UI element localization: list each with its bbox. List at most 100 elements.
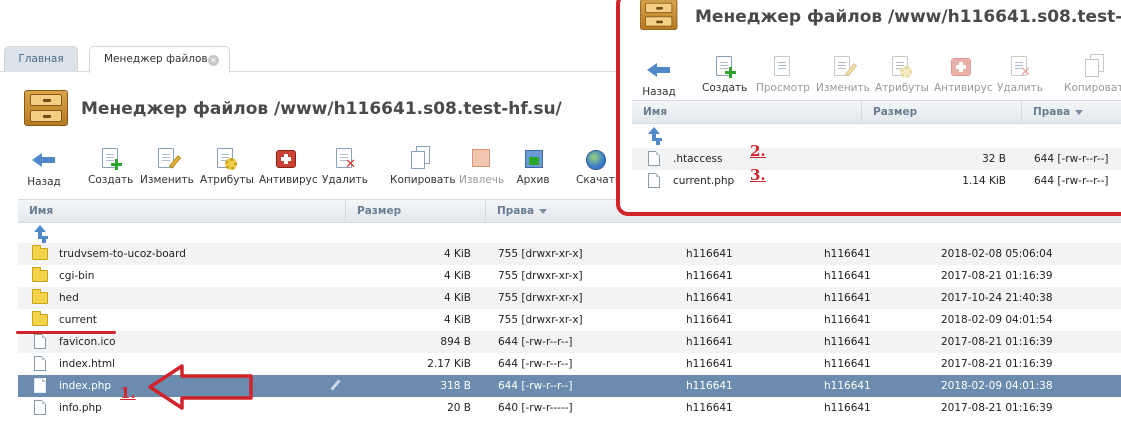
copy-icon: [408, 146, 432, 170]
table-row[interactable]: cgi-bin 4 KiB 755 [drwxr-xr-x] h116641 h1166…: [18, 265, 1121, 287]
file-perms: 644 [-rw-r--r--]: [498, 358, 573, 370]
annotation-marker-3: 3.: [750, 166, 766, 184]
edit-label: Изменить: [140, 174, 194, 186]
file-size: 4 KiB: [443, 292, 471, 304]
file-icon: [648, 151, 660, 166]
attributes-icon: [888, 56, 912, 78]
table-row[interactable]: trudvsem-to-ucoz-board 4 KiB 755 [drwxr-xr…: [18, 243, 1121, 265]
file-size: 4 KiB: [443, 248, 471, 260]
file-group: h116641: [824, 292, 871, 304]
back-label: Назад: [27, 176, 61, 188]
new-file-icon: [712, 56, 736, 78]
delete-icon: ✕: [332, 148, 356, 171]
overlay-copy-button[interactable]: Копировать: [1064, 54, 1121, 94]
annotation-underline: [16, 331, 116, 334]
file-date: 2017-08-21 01:16:39: [941, 402, 1053, 414]
overlay-view-button[interactable]: Просмотр: [756, 56, 810, 94]
edit-button[interactable]: Изменить: [140, 148, 194, 186]
file-size: 894 B: [440, 336, 471, 348]
file-name: info.php: [59, 402, 102, 414]
overlay-parent-directory-row[interactable]: [632, 125, 1121, 145]
delete-button[interactable]: ✕ Удалить: [322, 148, 368, 186]
parent-directory-row[interactable]: [18, 223, 1121, 243]
file-owner: h116641: [686, 270, 733, 282]
create-label: Создать: [88, 174, 134, 186]
file-group: h116641: [824, 358, 871, 370]
file-icon: [34, 334, 46, 349]
file-size: 2.17 KiB: [427, 358, 471, 370]
archive-icon: [521, 148, 545, 170]
overlay-column-size[interactable]: Размер: [862, 101, 1022, 123]
file-date: 2017-08-21 01:16:39: [941, 358, 1053, 370]
overlay-column-name[interactable]: Имя: [632, 101, 862, 123]
inline-edit-icon[interactable]: [330, 380, 341, 391]
overlay-table-row[interactable]: current.php 1.14 KiB 644 [-rw-r--r--]: [632, 170, 1121, 192]
overlay-create-button[interactable]: Создать: [702, 56, 747, 94]
edit-icon: [154, 148, 182, 170]
create-button[interactable]: Создать: [88, 148, 134, 186]
file-owner: h116641: [686, 292, 733, 304]
annotation-marker-2: 2.: [750, 142, 766, 160]
file-date: 2017-08-21 01:16:39: [941, 336, 1053, 348]
column-size[interactable]: Размер: [346, 200, 486, 222]
copy-button[interactable]: Копировать: [390, 146, 456, 186]
overlay-delete-button[interactable]: ✕ Удалить: [997, 56, 1043, 94]
parent-directory-icon: [32, 225, 48, 241]
delete-icon: ✕: [1007, 56, 1031, 79]
file-owner: h116641: [686, 248, 733, 260]
view-icon: [770, 56, 794, 78]
table-row[interactable]: hed 4 KiB 755 [drwxr-xr-x] h116641 h116641 20…: [18, 287, 1121, 309]
file-cabinet-icon: [640, 0, 679, 32]
extract-label: Извлечь: [459, 174, 505, 186]
download-button[interactable]: Скачать: [576, 148, 616, 186]
file-perms: 755 [drwxr-xr-x]: [498, 314, 583, 326]
archive-button[interactable]: Архив: [515, 148, 551, 186]
overlay-table-row[interactable]: .htaccess 32 B 644 [-rw-r--r--]: [632, 148, 1121, 170]
overlay-back-label: Назад: [642, 86, 676, 98]
folder-icon: [32, 289, 48, 304]
overlay-back-button[interactable]: Назад: [642, 60, 676, 98]
overlay-column-perms[interactable]: Права: [1022, 101, 1121, 123]
close-icon[interactable]: ✕: [208, 55, 219, 66]
file-owner: h116641: [686, 314, 733, 326]
overlay-column-perms-label: Права: [1033, 106, 1071, 118]
antivirus-button[interactable]: Антивирус: [259, 148, 318, 186]
overlay-view-label: Просмотр: [756, 82, 810, 94]
file-name: trudvsem-to-ucoz-board: [59, 248, 186, 260]
file-size: 4 KiB: [443, 314, 471, 326]
file-name: index.html: [59, 358, 115, 370]
parent-directory-icon: [646, 127, 662, 143]
tab-main[interactable]: Главная: [4, 46, 78, 72]
file-owner: h116641: [686, 380, 733, 392]
annotation-marker-1: 1.: [120, 384, 136, 402]
file-group: h116641: [824, 248, 871, 260]
back-button[interactable]: Назад: [27, 150, 61, 188]
file-name: current: [59, 314, 97, 326]
file-date: 2017-08-21 01:16:39: [941, 270, 1053, 282]
column-perms-label: Права: [497, 205, 535, 217]
edit-icon: [830, 56, 858, 78]
tab-file-manager[interactable]: Менеджер файлов ✕: [89, 46, 230, 73]
table-row[interactable]: favicon.ico 894 B 644 [-rw-r--r--] h116641 h…: [18, 331, 1121, 353]
file-size: 20 B: [447, 402, 471, 414]
overlay-edit-button[interactable]: Изменить: [816, 56, 870, 94]
copy-icon: [1082, 54, 1106, 78]
overlay-page-title: Менеджер файлов /www/h116641.s08.test-hf…: [695, 7, 1121, 27]
column-name[interactable]: Имя: [18, 200, 346, 222]
folder-icon: [32, 267, 48, 282]
file-perms: 640 [-rw-r-----]: [498, 402, 573, 414]
folder-icon: [32, 245, 48, 260]
overlay-antivirus-button[interactable]: Антивирус: [934, 56, 993, 94]
file-group: h116641: [824, 336, 871, 348]
file-cabinet-icon: [24, 86, 70, 128]
extract-button[interactable]: Извлечь: [459, 148, 505, 186]
overlay-attributes-button[interactable]: Атрибуты: [875, 56, 929, 94]
table-row[interactable]: current 4 KiB 755 [drwxr-xr-x] h116641 h1166…: [18, 309, 1121, 331]
file-perms: 644 [-rw-r--r--]: [498, 336, 573, 348]
file-perms: 644 [-rw-r--r--]: [498, 380, 573, 392]
attributes-button[interactable]: Атрибуты: [200, 148, 254, 186]
archive-label: Архив: [516, 174, 550, 186]
file-name: index.php: [59, 380, 112, 392]
antivirus-icon: [274, 148, 298, 170]
file-group: h116641: [824, 314, 871, 326]
